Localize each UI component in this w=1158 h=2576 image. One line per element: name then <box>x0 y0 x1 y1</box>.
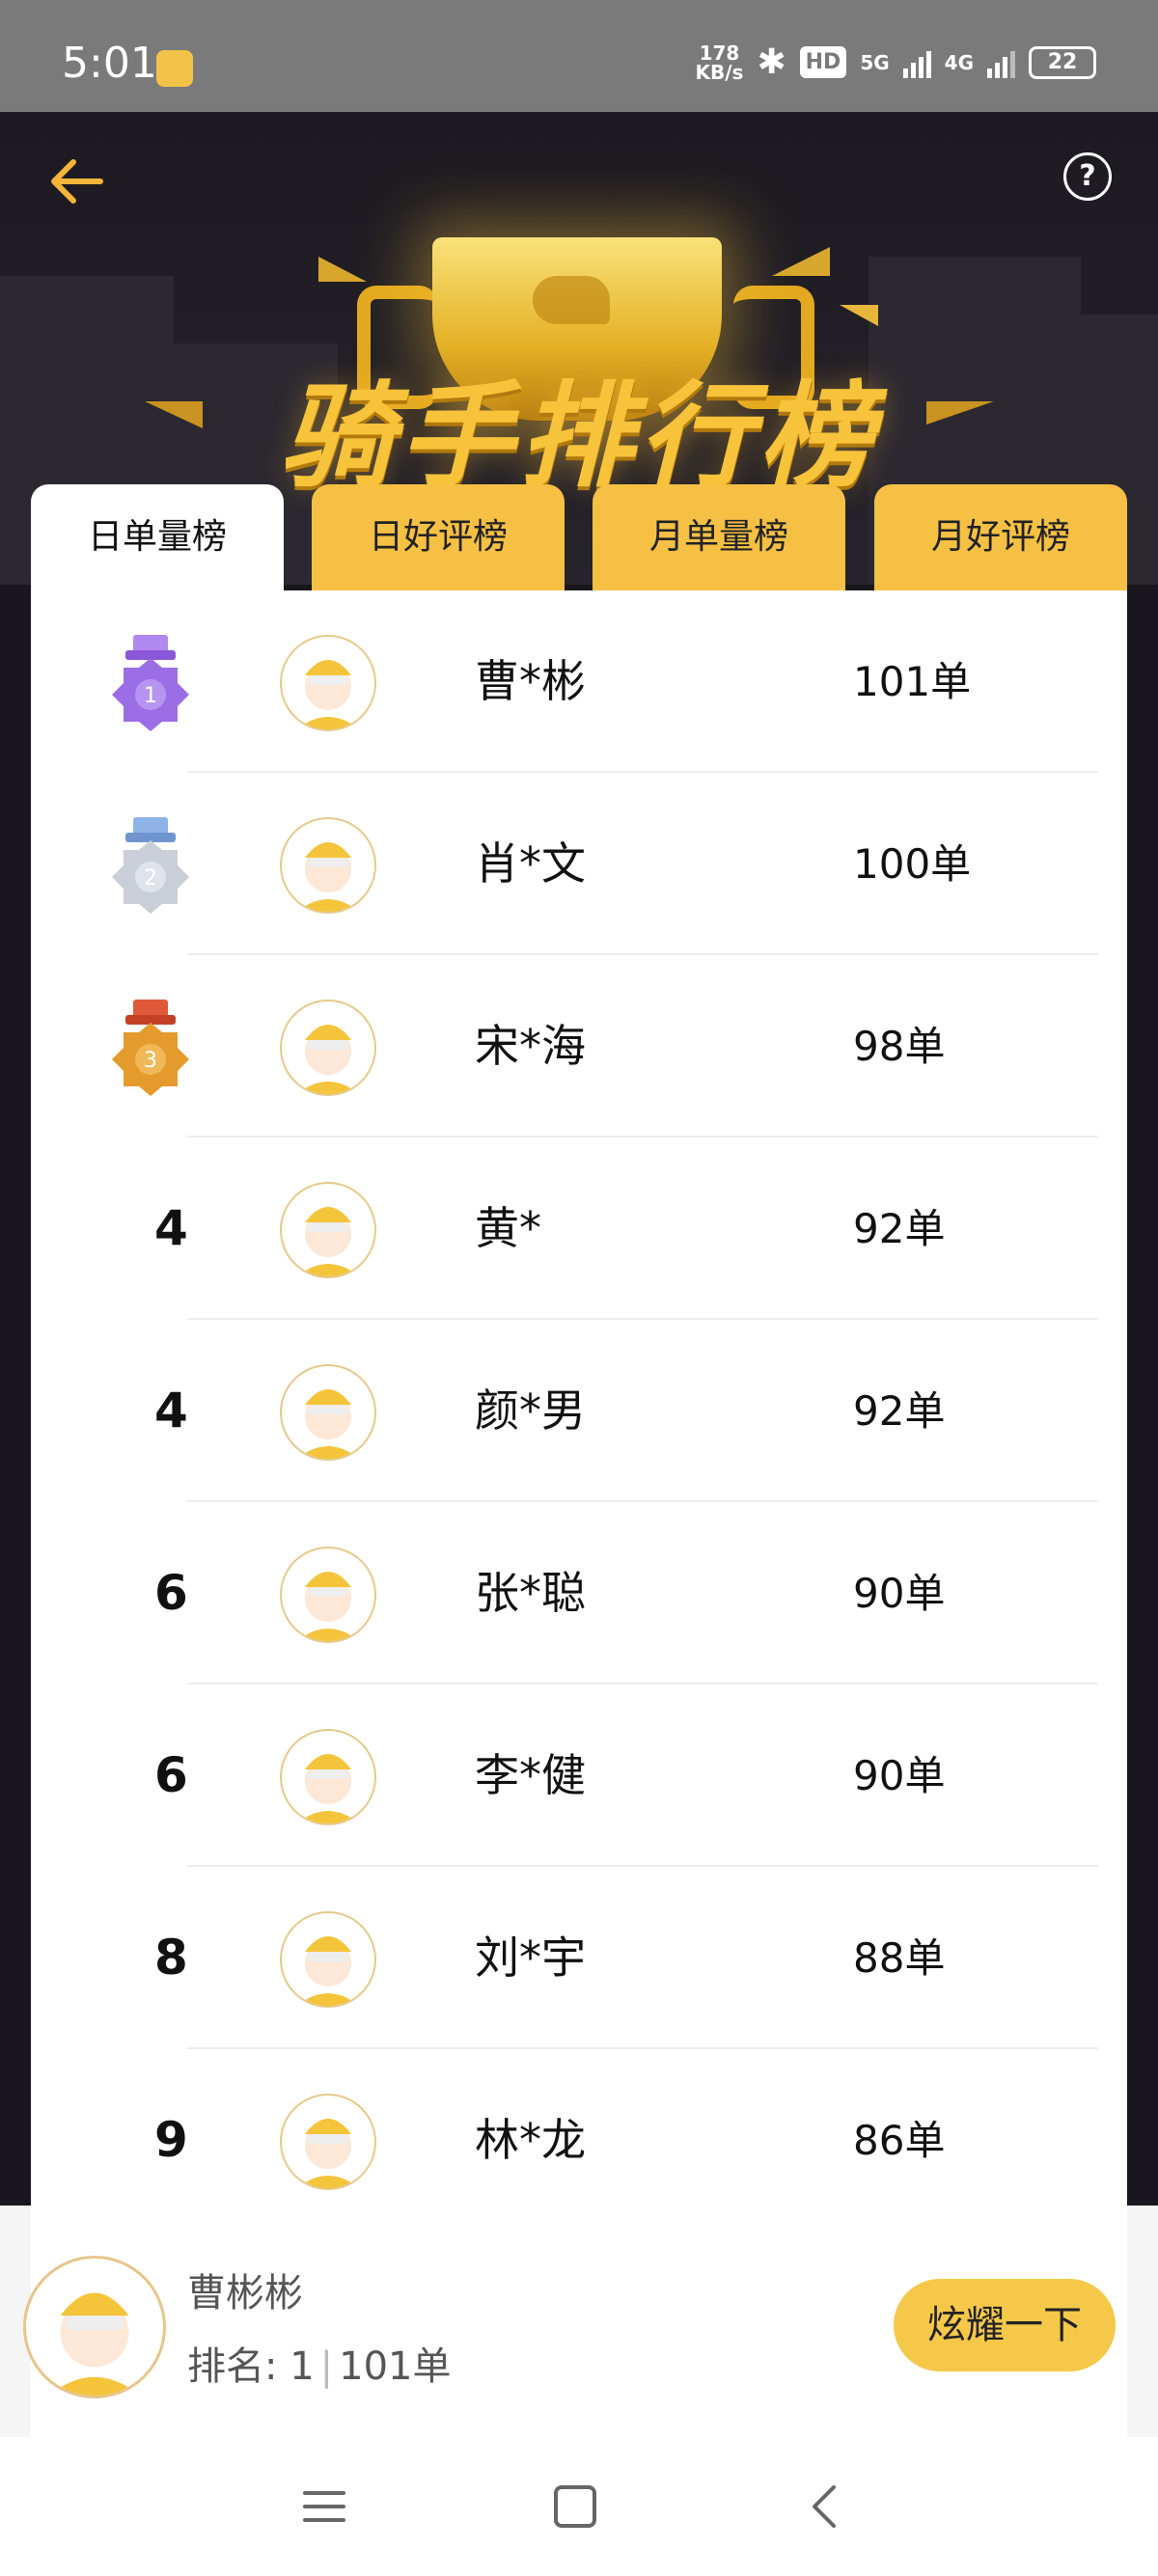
battery-icon: 22 <box>1029 45 1096 79</box>
status-bar: 5:01 178 KB/s ✱ HD 5G 4G 22 <box>0 0 1158 112</box>
rider-avatar <box>280 1729 376 1825</box>
rider-orders: 86单 <box>853 2117 946 2164</box>
my-rank-label: 排名: 1 <box>187 2344 315 2389</box>
ranking-list: 1 曹*彬 101单 2 肖*文 100单 3 宋*海 98单 4 黄* 92单… <box>31 590 1127 2443</box>
rider-name: 林*龙 <box>475 2114 586 2166</box>
gold-shard <box>840 305 878 326</box>
rank-number: 6 <box>154 1565 188 1621</box>
rider-orders: 100单 <box>853 840 972 888</box>
svg-text:2: 2 <box>144 866 157 891</box>
rider-orders: 90单 <box>853 1570 946 1617</box>
gold-shard <box>772 247 830 276</box>
signal-4g-icon <box>987 47 1015 78</box>
gold-medal-icon: 1 <box>112 635 189 731</box>
my-rank-summary: 排名: 1 | 101单 <box>187 2335 451 2391</box>
ranking-row[interactable]: 3 宋*海 98单 <box>31 955 1127 1137</box>
rider-name: 黄* <box>475 1202 541 1254</box>
hd-badge: HD <box>799 46 847 78</box>
tab-monthly-rating[interactable]: 月好评榜 <box>874 484 1127 590</box>
svg-text:1: 1 <box>144 684 157 708</box>
rider-avatar <box>280 1364 376 1461</box>
ranking-row[interactable]: 2 肖*文 100单 <box>31 773 1127 955</box>
svg-text:3: 3 <box>144 1049 157 1073</box>
rank-number: 9 <box>154 2112 188 2168</box>
rider-name: 肖*文 <box>475 837 586 890</box>
rank-number: 4 <box>154 1383 188 1439</box>
rider-avatar <box>280 1547 376 1643</box>
rider-name: 李*健 <box>475 1749 586 1801</box>
back-icon[interactable] <box>797 2480 855 2534</box>
my-rank-bar: 曹彬彬 排名: 1 | 101单 炫耀一下 <box>0 2206 1158 2437</box>
rider-orders: 92单 <box>853 1205 946 1252</box>
rider-name: 张*聪 <box>475 1567 586 1619</box>
help-icon[interactable]: ? <box>1063 152 1112 201</box>
rider-avatar <box>280 1000 376 1096</box>
rider-avatar <box>280 635 376 731</box>
status-indicators: 178 KB/s ✱ HD 5G 4G 22 <box>695 41 1096 84</box>
ranking-row[interactable]: 4 黄* 92单 <box>31 1137 1127 1320</box>
ranking-row[interactable]: 9 林*龙 86单 <box>31 2049 1127 2232</box>
my-rank-separator: | <box>319 2344 334 2389</box>
tab-monthly-orders[interactable]: 月单量榜 <box>593 484 845 590</box>
app-notification-icon <box>156 50 193 87</box>
leaderboard-tabs: 日单量榜 日好评榜 月单量榜 月好评榜 <box>31 484 1127 590</box>
gold-shard <box>318 257 367 282</box>
net-5g-label: 5G <box>860 50 890 74</box>
ranking-row[interactable]: 1 曹*彬 101单 <box>31 590 1127 773</box>
rider-orders: 101单 <box>853 658 972 705</box>
rank-number: 6 <box>154 1747 188 1803</box>
my-avatar <box>23 2256 166 2398</box>
bronze-medal-icon: 3 <box>112 1000 189 1096</box>
rider-name: 曹*彬 <box>475 655 586 707</box>
kangaroo-logo-icon <box>533 276 610 324</box>
tab-daily-rating[interactable]: 日好评榜 <box>312 484 565 590</box>
back-arrow-icon[interactable] <box>42 147 112 216</box>
menu-icon[interactable] <box>295 2480 353 2534</box>
tab-daily-orders[interactable]: 日单量榜 <box>31 484 284 590</box>
my-orders: 101单 <box>339 2344 452 2389</box>
rider-orders: 92单 <box>853 1387 946 1435</box>
silver-medal-icon: 2 <box>112 817 189 914</box>
rider-avatar <box>280 1911 376 2008</box>
rider-name: 刘*宇 <box>475 1932 586 1984</box>
home-icon[interactable] <box>546 2480 604 2534</box>
net-4g-label: 4G <box>944 50 974 74</box>
rider-avatar <box>280 817 376 914</box>
rider-orders: 88单 <box>853 1934 946 1982</box>
ranking-row[interactable]: 4 颜*男 92单 <box>31 1320 1127 1502</box>
rider-avatar <box>280 2094 376 2190</box>
ranking-row[interactable]: 8 刘*宇 88单 <box>31 1867 1127 2049</box>
my-name: 曹彬彬 <box>187 2271 303 2316</box>
rider-orders: 98单 <box>853 1023 946 1070</box>
rider-name: 颜*男 <box>475 1384 586 1437</box>
ranking-row[interactable]: 6 张*聪 90单 <box>31 1502 1127 1685</box>
bluetooth-icon: ✱ <box>757 42 786 82</box>
ranking-row[interactable]: 6 李*健 90单 <box>31 1685 1127 1867</box>
system-nav-bar <box>0 2437 1158 2576</box>
network-speed: 178 KB/s <box>695 41 744 84</box>
rank-number: 8 <box>154 1930 188 1986</box>
rider-avatar <box>280 1182 376 1278</box>
show-off-button[interactable]: 炫耀一下 <box>894 2279 1116 2371</box>
signal-5g-icon <box>902 47 931 78</box>
rider-orders: 90单 <box>853 1752 946 1799</box>
rider-name: 宋*海 <box>475 1020 586 1072</box>
status-time: 5:01 <box>62 39 157 88</box>
rank-number: 4 <box>154 1200 188 1256</box>
